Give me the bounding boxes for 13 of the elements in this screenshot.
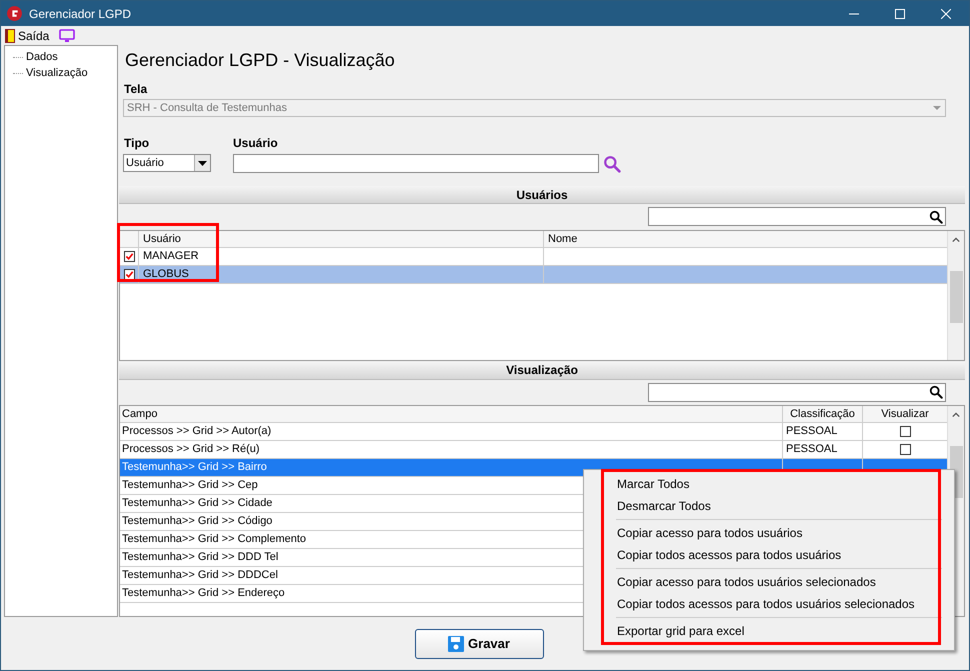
table-cell: PESSOAL bbox=[786, 425, 838, 437]
section-header: Visualização bbox=[119, 362, 965, 380]
table-cell: Processos >> Grid >> Ré(u) bbox=[120, 441, 783, 458]
table-cell: Processos >> Grid >> Autor(a) bbox=[120, 423, 783, 440]
field-label: Usuário bbox=[233, 135, 279, 152]
page-heading: Gerenciador LGPD - Visualização bbox=[125, 49, 396, 72]
window-title: Gerenciador LGPD bbox=[29, 6, 132, 22]
table-cell: MANAGER bbox=[139, 248, 544, 264]
field-label: Tela bbox=[124, 81, 148, 98]
section-header: Usuários bbox=[119, 186, 965, 204]
table-cell: PESSOAL bbox=[786, 443, 838, 455]
field-label: Tipo bbox=[124, 135, 150, 152]
table-cell: GLOBUS bbox=[139, 266, 544, 282]
